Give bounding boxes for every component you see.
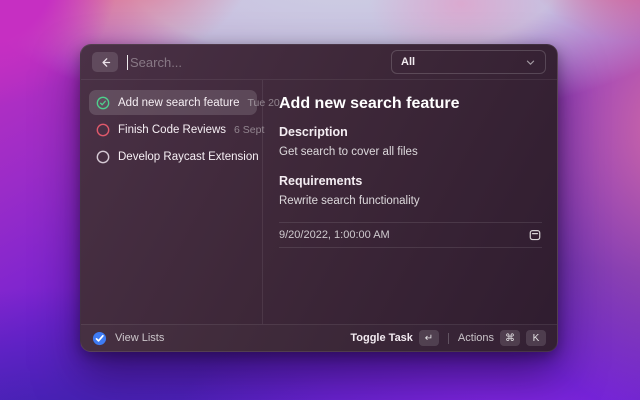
back-button[interactable] xyxy=(92,52,118,72)
status-open-icon xyxy=(96,150,110,164)
window-body: Add new search feature Tue 20 Finish Cod… xyxy=(81,80,557,324)
filter-dropdown-value: All xyxy=(401,56,415,68)
search-field[interactable] xyxy=(127,55,391,70)
calendar-icon xyxy=(528,228,542,242)
search-input[interactable] xyxy=(128,55,391,70)
status-overdue-icon xyxy=(96,123,110,137)
window-header: All xyxy=(81,45,557,80)
task-title: Finish Code Reviews xyxy=(118,124,226,136)
ticktick-app-icon xyxy=(92,331,107,346)
description-body: Get search to cover all files xyxy=(279,145,542,160)
task-title: Add new search feature xyxy=(118,97,239,109)
footer-actions: Toggle Task ↵ Actions ⌘ K xyxy=(350,330,546,346)
requirements-heading: Requirements xyxy=(279,173,542,189)
actions-button[interactable]: Actions xyxy=(458,332,494,344)
task-title: Develop Raycast Extension xyxy=(118,151,259,163)
task-list-item[interactable]: Add new search feature Tue 20 xyxy=(89,90,257,115)
due-date-field[interactable]: 9/20/2022, 1:00:00 AM xyxy=(279,222,542,248)
return-key-badge: ↵ xyxy=(419,330,439,346)
task-list-item[interactable]: Develop Raycast Extension xyxy=(89,144,257,169)
footer-divider xyxy=(448,333,449,344)
description-heading: Description xyxy=(279,124,542,140)
cmd-key-badge: ⌘ xyxy=(500,330,520,346)
toggle-task-button[interactable]: Toggle Task xyxy=(350,332,413,344)
chevron-down-icon xyxy=(525,57,536,68)
task-detail-panel: Add new search feature Description Get s… xyxy=(263,80,557,324)
task-list: Add new search feature Tue 20 Finish Cod… xyxy=(81,80,263,324)
desktop-wallpaper: All Add new search feature Tue 20 xyxy=(0,0,640,400)
filter-dropdown[interactable]: All xyxy=(391,50,546,74)
footer-app[interactable]: View Lists xyxy=(92,331,164,346)
footer-app-label: View Lists xyxy=(115,332,164,344)
app-window: All Add new search feature Tue 20 xyxy=(80,44,558,352)
requirements-body: Rewrite search functionality xyxy=(279,194,542,209)
status-completed-icon xyxy=(96,96,110,110)
task-list-item[interactable]: Finish Code Reviews 6 Sept xyxy=(89,117,257,142)
detail-title: Add new search feature xyxy=(279,94,542,114)
arrow-left-icon xyxy=(99,56,112,69)
due-date-value: 9/20/2022, 1:00:00 AM xyxy=(279,229,390,241)
k-key-badge: K xyxy=(526,330,546,346)
window-footer: View Lists Toggle Task ↵ Actions ⌘ K xyxy=(81,324,557,351)
task-date: 6 Sept xyxy=(234,124,264,136)
